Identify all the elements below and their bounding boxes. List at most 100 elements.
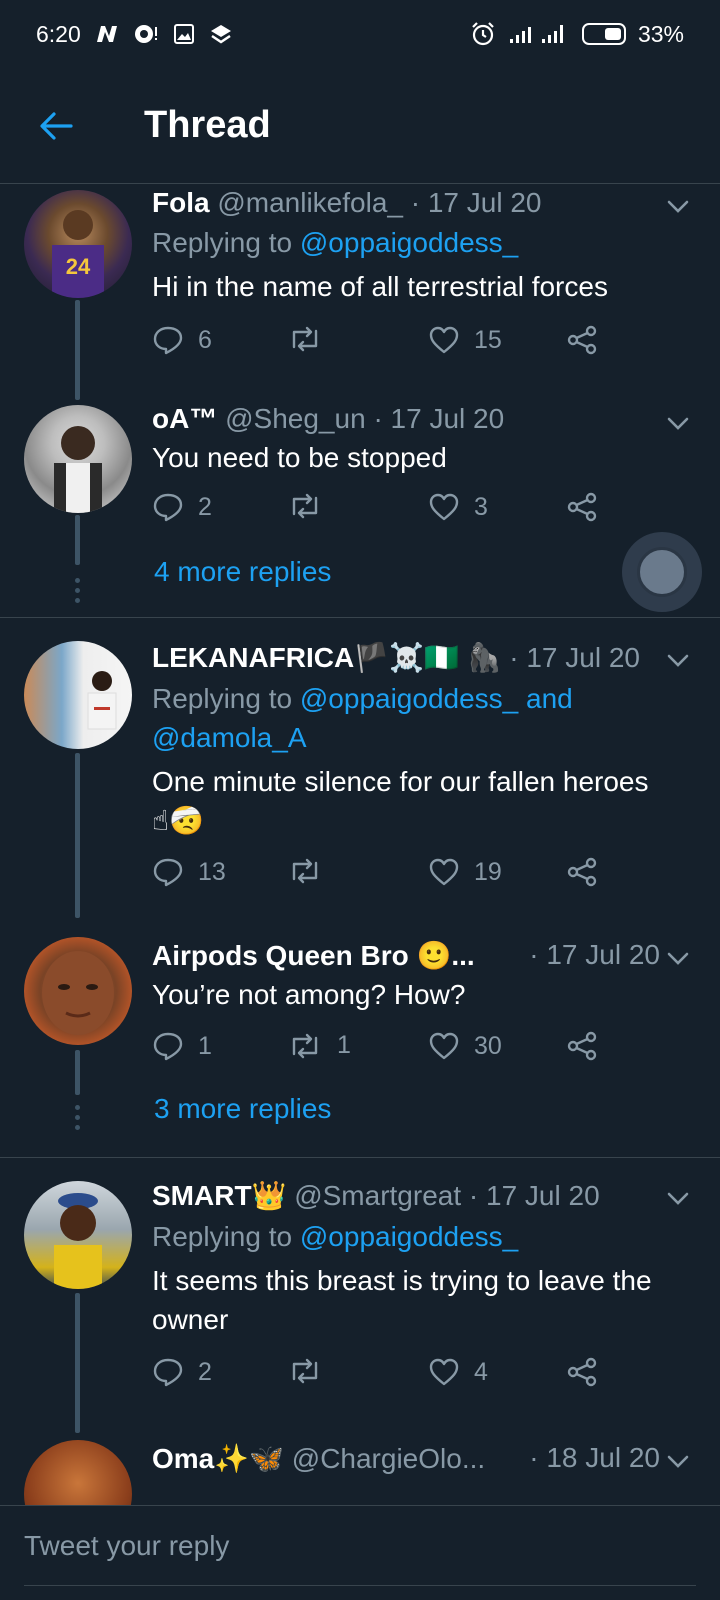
heart-icon xyxy=(429,493,459,521)
mention-link[interactable]: @oppaigoddess_ xyxy=(300,227,518,258)
tweet-menu-button[interactable] xyxy=(664,410,692,438)
retweet-button[interactable] xyxy=(287,325,337,353)
status-bar: 6:20 33% xyxy=(0,0,720,68)
tweet-actions: 2 4 xyxy=(152,1357,612,1397)
thread-feed[interactable]: 24 Fola @manlikefola_ · 17 Jul 20 Replyi… xyxy=(0,185,720,1505)
tweet-author-name[interactable]: Oma xyxy=(152,1443,214,1474)
thread-dots xyxy=(75,1105,80,1135)
like-button[interactable]: 3 xyxy=(428,492,488,522)
like-count: 4 xyxy=(474,1357,488,1386)
tweet-handle[interactable]: @Smartgreat xyxy=(294,1180,461,1211)
tweet-menu-button[interactable] xyxy=(664,945,692,973)
avatar[interactable] xyxy=(24,937,132,1045)
chevron-down-icon xyxy=(667,952,689,965)
tweet[interactable]: Airpods Queen Bro 🙂... · 17 Jul 20 You’r… xyxy=(0,935,720,1155)
tweet-text: It seems this breast is trying to leave … xyxy=(152,1265,652,1335)
tweet-actions: 13 19 xyxy=(152,857,612,897)
share-button[interactable] xyxy=(566,1357,598,1387)
thread-line xyxy=(75,753,80,918)
more-replies-link[interactable]: 3 more replies xyxy=(154,1093,331,1125)
tweet-actions: 1 1 30 xyxy=(152,1031,612,1071)
like-count: 3 xyxy=(474,492,488,521)
share-icon xyxy=(567,492,597,522)
tweet-handle[interactable]: @ChargieOlo... xyxy=(292,1443,485,1474)
like-button[interactable]: 15 xyxy=(428,325,502,355)
tweet[interactable]: oA™ @Sheg_un · 17 Jul 20 You need to be … xyxy=(0,400,720,615)
retweet-button[interactable] xyxy=(287,492,337,520)
name-emoji: ✨🦋 xyxy=(214,1443,284,1474)
tweet-author-name[interactable]: Airpods Queen Bro 🙂... xyxy=(152,940,475,971)
share-button[interactable] xyxy=(566,325,598,355)
retweet-count: 1 xyxy=(337,1031,351,1059)
tweet-author-name[interactable]: oA™ xyxy=(152,403,217,434)
chat-icon xyxy=(133,23,159,45)
tweet-menu-button[interactable] xyxy=(664,1448,692,1476)
reply-button[interactable]: 6 xyxy=(152,325,212,355)
arrow-left-icon xyxy=(40,112,73,140)
tweet-author-name[interactable]: LEKANAFRICA xyxy=(152,642,354,673)
reply-button[interactable]: 2 xyxy=(152,1357,212,1387)
thread-line xyxy=(75,515,80,565)
like-count: 19 xyxy=(474,857,502,886)
avatar[interactable] xyxy=(24,1440,132,1505)
share-button[interactable] xyxy=(566,492,598,522)
tweet-text: You need to be stopped xyxy=(152,442,447,473)
tweet-author-name[interactable]: SMART xyxy=(152,1180,252,1211)
tweet[interactable]: SMART👑 @Smartgreat · 17 Jul 20 Replying … xyxy=(0,1175,720,1433)
reply-button[interactable]: 13 xyxy=(152,857,226,887)
back-button[interactable] xyxy=(36,108,76,144)
tweet-text: You’re not among? How? xyxy=(152,979,466,1010)
thread-header: Thread xyxy=(0,68,720,184)
reply-button[interactable]: 1 xyxy=(152,1031,212,1061)
tweet[interactable]: LEKANAFRICA🏴☠️🇳🇬 🦍 · 17 Jul 20 Replying … xyxy=(0,633,720,923)
assistive-touch-button[interactable] xyxy=(622,532,702,612)
tweet-actions: 6 15 xyxy=(152,325,612,365)
reply-icon xyxy=(153,326,183,355)
name-emoji: 👑 xyxy=(251,1180,287,1211)
retweet-icon xyxy=(292,493,318,519)
retweet-button[interactable]: 1 xyxy=(287,1031,351,1060)
tweet[interactable]: Oma✨🦋 @ChargieOlo... · 18 Jul 20 xyxy=(0,1440,720,1505)
retweet-button[interactable] xyxy=(287,1357,337,1385)
like-button[interactable]: 4 xyxy=(428,1357,488,1387)
tweet-actions: 2 3 xyxy=(152,492,612,532)
replying-to: Replying to @oppaigoddess_ and @damola_A xyxy=(152,683,573,753)
avatar[interactable] xyxy=(24,405,132,513)
reply-icon xyxy=(153,858,183,887)
retweet-button[interactable] xyxy=(287,857,337,885)
tweet-menu-button[interactable] xyxy=(664,1185,692,1213)
replying-to: Replying to @oppaigoddess_ xyxy=(152,1221,519,1252)
tweet-handle[interactable]: @manlikefola_ xyxy=(217,187,403,218)
mention-link[interactable]: @oppaigoddess_ xyxy=(300,683,518,714)
like-count: 30 xyxy=(474,1031,502,1060)
like-button[interactable]: 30 xyxy=(428,1031,502,1061)
tweet-date: · 17 Jul 20 xyxy=(529,939,660,970)
reply-bar xyxy=(0,1505,720,1600)
tweet[interactable]: 24 Fola @manlikefola_ · 17 Jul 20 Replyi… xyxy=(0,185,720,400)
tweet-emoji: ☝🤕 xyxy=(152,805,204,836)
avatar[interactable]: 24 xyxy=(24,190,132,298)
heart-icon xyxy=(429,858,459,886)
share-button[interactable] xyxy=(566,1031,598,1061)
reply-count: 2 xyxy=(198,492,212,521)
mention-link[interactable]: @oppaigoddess_ xyxy=(300,1221,518,1252)
share-icon xyxy=(567,325,597,355)
more-replies-link[interactable]: 4 more replies xyxy=(154,556,331,588)
page-title: Thread xyxy=(144,104,271,146)
tweet-date: · 17 Jul 20 xyxy=(509,642,640,673)
mention-link[interactable]: @damola_A xyxy=(152,722,307,753)
reply-count: 6 xyxy=(198,325,212,354)
avatar[interactable] xyxy=(24,1181,132,1289)
tweet-handle[interactable]: @Sheg_un xyxy=(225,403,366,434)
tweet-date: · 18 Jul 20 xyxy=(529,1442,660,1473)
reply-input[interactable] xyxy=(24,1506,696,1586)
status-time: 6:20 xyxy=(36,20,81,47)
like-button[interactable]: 19 xyxy=(428,857,502,887)
reply-button[interactable]: 2 xyxy=(152,492,212,522)
avatar[interactable] xyxy=(24,641,132,749)
tweet-menu-button[interactable] xyxy=(664,193,692,221)
share-button[interactable] xyxy=(566,857,598,887)
tweet-menu-button[interactable] xyxy=(664,647,692,675)
heart-icon xyxy=(429,326,459,354)
tweet-author-name[interactable]: Fola xyxy=(152,187,210,218)
